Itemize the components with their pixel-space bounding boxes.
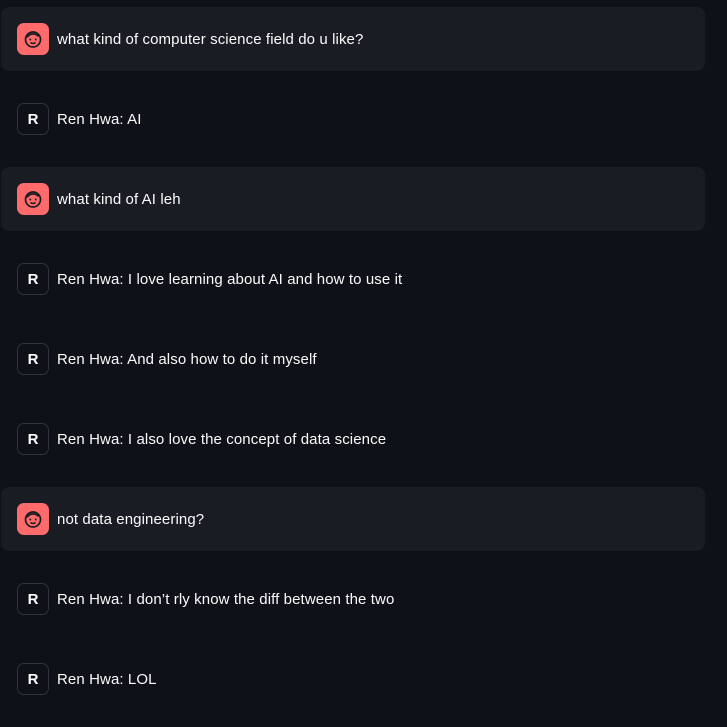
chat-message-assistant: R Ren Hwa: AI <box>1 87 705 151</box>
message-text: not data engineering? <box>57 510 205 528</box>
chat-message-assistant: R Ren Hwa: I also love the concept of da… <box>1 407 705 471</box>
message-text: Ren Hwa: I love learning about AI and ho… <box>57 270 403 288</box>
chat-message-user: not data engineering? <box>1 487 705 551</box>
avatar-letter: R <box>27 670 39 688</box>
chat-message-user: what kind of AI leh <box>1 167 705 231</box>
message-text: Ren Hwa: I don’t rly know the diff betwe… <box>57 590 395 608</box>
smiley-face-icon <box>24 31 42 48</box>
assistant-avatar: R <box>17 583 49 615</box>
smiley-face-icon <box>24 511 42 528</box>
message-text: Ren Hwa: LOL <box>57 670 157 688</box>
chat-message-assistant: R Ren Hwa: LOL <box>1 647 705 711</box>
user-avatar <box>17 23 49 55</box>
avatar-letter: R <box>27 430 39 448</box>
assistant-avatar: R <box>17 343 49 375</box>
user-avatar <box>17 503 49 535</box>
avatar-letter: R <box>27 110 39 128</box>
chat-message-list: what kind of computer science field do u… <box>0 0 727 727</box>
chat-message-assistant: R Ren Hwa: I love learning about AI and … <box>1 247 705 311</box>
message-text: what kind of AI leh <box>57 190 181 208</box>
user-avatar <box>17 183 49 215</box>
assistant-avatar: R <box>17 423 49 455</box>
assistant-avatar: R <box>17 103 49 135</box>
message-text: what kind of computer science field do u… <box>57 30 364 48</box>
chat-message-user: what kind of computer science field do u… <box>1 7 705 71</box>
message-text: Ren Hwa: AI <box>57 110 142 128</box>
chat-message-assistant: R Ren Hwa: I don’t rly know the diff bet… <box>1 567 705 631</box>
smiley-face-icon <box>24 191 42 208</box>
message-text: Ren Hwa: I also love the concept of data… <box>57 430 387 448</box>
assistant-avatar: R <box>17 263 49 295</box>
message-text: Ren Hwa: And also how to do it myself <box>57 350 317 368</box>
chat-message-assistant: R Ren Hwa: And also how to do it myself <box>1 327 705 391</box>
avatar-letter: R <box>27 350 39 368</box>
avatar-letter: R <box>27 270 39 288</box>
assistant-avatar: R <box>17 663 49 695</box>
avatar-letter: R <box>27 590 39 608</box>
